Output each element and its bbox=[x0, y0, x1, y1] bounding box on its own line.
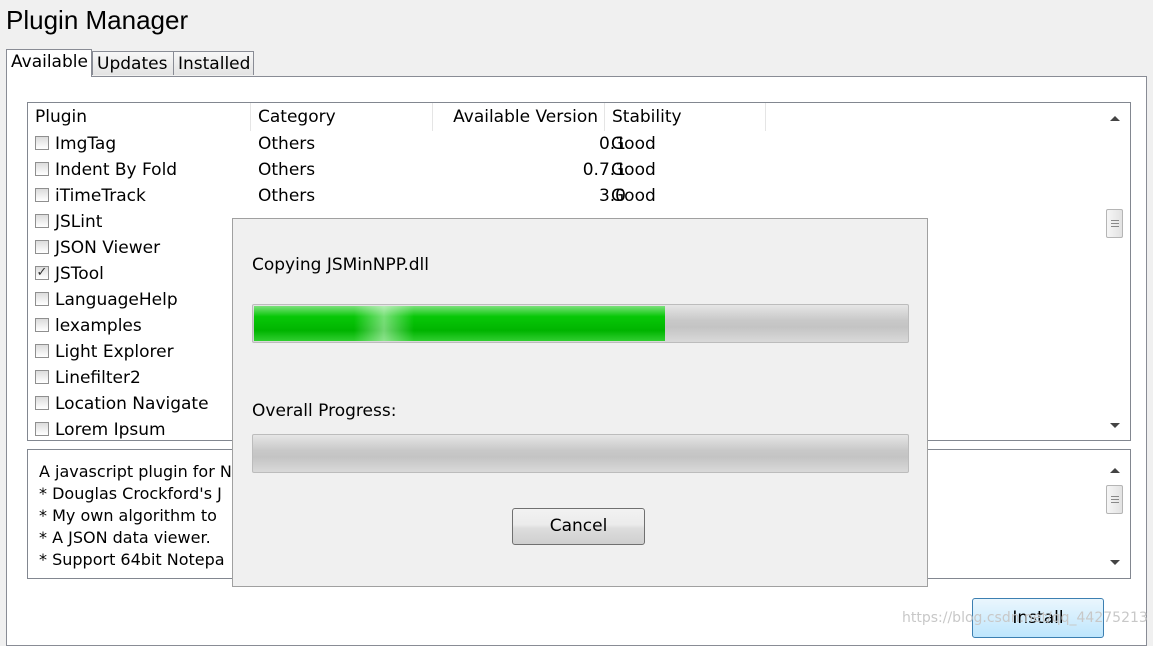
overall-progress-bar bbox=[252, 434, 909, 473]
overall-progress-label: Overall Progress: bbox=[252, 401, 397, 421]
column-header-version[interactable]: Available Version bbox=[433, 103, 605, 131]
plugin-name: Light Explorer bbox=[55, 342, 174, 362]
plugin-name: JSLint bbox=[55, 212, 103, 232]
plugin-name: JSON Viewer bbox=[55, 238, 161, 258]
plugin-checkbox[interactable] bbox=[35, 344, 49, 358]
tab-installed[interactable]: Installed bbox=[173, 51, 254, 75]
description-scrollbar[interactable] bbox=[1100, 450, 1130, 578]
plugin-checkbox[interactable] bbox=[35, 370, 49, 384]
plugin-category: Others bbox=[258, 134, 316, 154]
tab-available[interactable]: Available bbox=[6, 49, 92, 77]
plugin-checkbox[interactable] bbox=[35, 396, 49, 410]
cancel-button[interactable]: Cancel bbox=[512, 508, 645, 545]
watermark: https://blog.csdn.net/qq_44275213 bbox=[902, 610, 1148, 626]
plugin-checkbox[interactable] bbox=[35, 422, 49, 436]
table-row[interactable]: ImgTag Others 0.1 Good bbox=[28, 131, 1100, 157]
plugin-name: LanguageHelp bbox=[55, 290, 178, 310]
plugin-name: Location Navigate bbox=[55, 394, 209, 414]
plugin-stability: Good bbox=[611, 160, 656, 180]
tab-updates[interactable]: Updates bbox=[92, 51, 174, 75]
scroll-up-icon[interactable] bbox=[1110, 116, 1120, 121]
list-scrollbar[interactable] bbox=[1100, 103, 1130, 440]
plugin-name: Linefilter2 bbox=[55, 368, 141, 388]
column-header-category[interactable]: Category bbox=[251, 103, 433, 131]
scroll-thumb[interactable] bbox=[1106, 485, 1123, 514]
window-title: Plugin Manager bbox=[6, 5, 189, 35]
plugin-stability: Good bbox=[611, 186, 656, 206]
copying-label: Copying JSMinNPP.dll bbox=[252, 255, 429, 275]
plugin-name: Lorem Ipsum bbox=[55, 420, 166, 440]
plugin-stability: Good bbox=[611, 134, 656, 154]
scroll-down-icon[interactable] bbox=[1110, 560, 1120, 565]
plugin-name: Indent By Fold bbox=[55, 160, 178, 180]
plugin-name: lexamples bbox=[55, 316, 142, 336]
plugin-checkbox[interactable] bbox=[35, 240, 49, 254]
list-header: Plugin Category Available Version Stabil… bbox=[28, 103, 1100, 131]
plugin-category: Others bbox=[258, 160, 316, 180]
plugin-version: 0.1 bbox=[598, 134, 626, 154]
description-line: A javascript plugin for N bbox=[39, 462, 232, 481]
table-row[interactable]: Indent By Fold Others 0.7.1 Good bbox=[28, 157, 1100, 183]
column-header-stability[interactable]: Stability bbox=[605, 103, 766, 131]
plugin-checkbox[interactable] bbox=[35, 188, 49, 202]
table-row[interactable]: iTimeTrack Others 3.0 Good bbox=[28, 183, 1100, 209]
scroll-up-icon[interactable] bbox=[1110, 468, 1120, 473]
scroll-thumb[interactable] bbox=[1106, 209, 1123, 238]
file-progress-fill bbox=[254, 306, 665, 341]
plugin-version: 0.7.1 bbox=[582, 160, 626, 180]
description-line: * My own algorithm to bbox=[39, 506, 217, 525]
description-line: * A JSON data viewer. bbox=[39, 528, 211, 547]
scroll-down-icon[interactable] bbox=[1110, 423, 1120, 428]
plugin-name: ImgTag bbox=[55, 134, 117, 154]
plugin-checkbox[interactable] bbox=[35, 136, 49, 150]
plugin-checkbox[interactable] bbox=[35, 292, 49, 306]
file-progress-bar bbox=[252, 304, 909, 343]
plugin-version: 3.0 bbox=[598, 186, 626, 206]
description-line: * Douglas Crockford's J bbox=[39, 484, 222, 503]
progress-dialog: Copying JSMinNPP.dll Overall Progress: C… bbox=[232, 218, 928, 587]
plugin-checkbox[interactable]: ✓ bbox=[35, 266, 49, 280]
plugin-checkbox[interactable] bbox=[35, 162, 49, 176]
plugin-checkbox[interactable] bbox=[35, 214, 49, 228]
column-header-plugin[interactable]: Plugin bbox=[28, 103, 251, 131]
plugin-category: Others bbox=[258, 186, 316, 206]
plugin-checkbox[interactable] bbox=[35, 318, 49, 332]
plugin-name: JSTool bbox=[55, 264, 104, 284]
plugin-name: iTimeTrack bbox=[55, 186, 146, 206]
description-line: * Support 64bit Notepa bbox=[39, 550, 225, 569]
